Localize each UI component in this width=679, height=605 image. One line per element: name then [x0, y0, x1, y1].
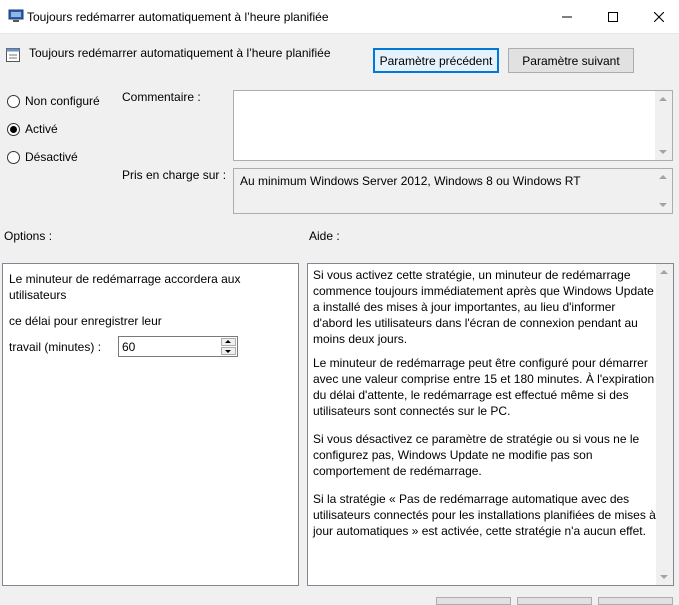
radio-disabled[interactable]: Désactivé: [7, 150, 78, 164]
policy-window-icon: [8, 9, 24, 23]
radio-label: Activé: [25, 122, 58, 136]
options-section-label: Options :: [4, 229, 53, 243]
options-text-line1: Le minuteur de redémarrage accordera aux: [9, 272, 241, 286]
spinner-up-button[interactable]: [221, 338, 236, 346]
apply-button[interactable]: [598, 597, 673, 605]
supported-field: Au minimum Windows Server 2012, Windows …: [233, 168, 673, 214]
scroll-up-icon[interactable]: [659, 175, 667, 179]
supported-value: Au minimum Windows Server 2012, Windows …: [240, 174, 581, 188]
close-icon: [654, 11, 664, 22]
options-text-line2: utilisateurs: [9, 288, 67, 302]
options-text-line3: ce délai pour enregistrer leur: [9, 314, 162, 328]
scroll-down-icon[interactable]: [660, 575, 668, 579]
supported-label: Pris en charge sur :: [122, 168, 227, 182]
scroll-down-icon[interactable]: [659, 150, 667, 154]
setting-title: Toujours redémarrer automatiquement à l’…: [29, 46, 331, 60]
policy-setting-icon: [5, 47, 21, 63]
minutes-spinner[interactable]: 60: [118, 336, 238, 357]
help-paragraph: Si vous activez cette stratégie, un minu…: [313, 268, 654, 346]
help-scrollbar[interactable]: [656, 264, 673, 585]
radio-selected-dot: [10, 125, 17, 133]
help-paragraph: Si vous désactivez ce paramètre de strat…: [313, 432, 640, 478]
radio-enabled[interactable]: Activé: [7, 122, 58, 136]
radio-circle[interactable]: [7, 150, 20, 164]
cancel-button[interactable]: [517, 597, 592, 605]
options-panel: Le minuteur de redémarrage accordera aux…: [2, 263, 299, 586]
scroll-up-icon[interactable]: [660, 270, 668, 274]
scroll-down-icon[interactable]: [659, 203, 667, 207]
next-setting-button[interactable]: Paramètre suivant: [508, 48, 634, 73]
help-paragraph: Le minuteur de redémarrage peut être con…: [313, 356, 655, 418]
comment-scrollbar[interactable]: [655, 91, 672, 160]
help-panel: Si vous activez cette stratégie, un minu…: [307, 263, 674, 586]
scroll-up-icon[interactable]: [659, 97, 667, 101]
spinner-label: travail (minutes) :: [9, 340, 102, 354]
radio-not-configured[interactable]: Non configuré: [7, 94, 100, 108]
spinner-up-icon: [225, 340, 231, 343]
minutes-value[interactable]: 60: [122, 340, 135, 354]
minimize-icon: [562, 16, 572, 17]
title-bar: Toujours redémarrer automatiquement à l’…: [0, 0, 679, 34]
maximize-icon: [608, 11, 618, 22]
comment-textarea[interactable]: [233, 90, 673, 161]
help-paragraph: Si la stratégie « Pas de redémarrage aut…: [313, 492, 656, 538]
radio-label: Non configuré: [25, 94, 100, 108]
help-section-label: Aide :: [309, 229, 340, 243]
radio-label: Désactivé: [25, 150, 78, 164]
radio-circle-checked[interactable]: [7, 122, 20, 136]
maximize-button[interactable]: [590, 0, 636, 33]
ok-button[interactable]: [436, 597, 511, 605]
window-title: Toujours redémarrer automatiquement à l’…: [27, 10, 329, 24]
radio-circle[interactable]: [7, 94, 20, 108]
comment-label: Commentaire :: [122, 90, 201, 104]
previous-setting-button[interactable]: Paramètre précédent: [373, 48, 499, 73]
close-button[interactable]: [636, 0, 679, 33]
spinner-down-button[interactable]: [221, 347, 236, 355]
spinner-down-icon: [225, 350, 231, 353]
supported-scrollbar[interactable]: [655, 169, 672, 213]
minimize-button[interactable]: [544, 0, 590, 33]
